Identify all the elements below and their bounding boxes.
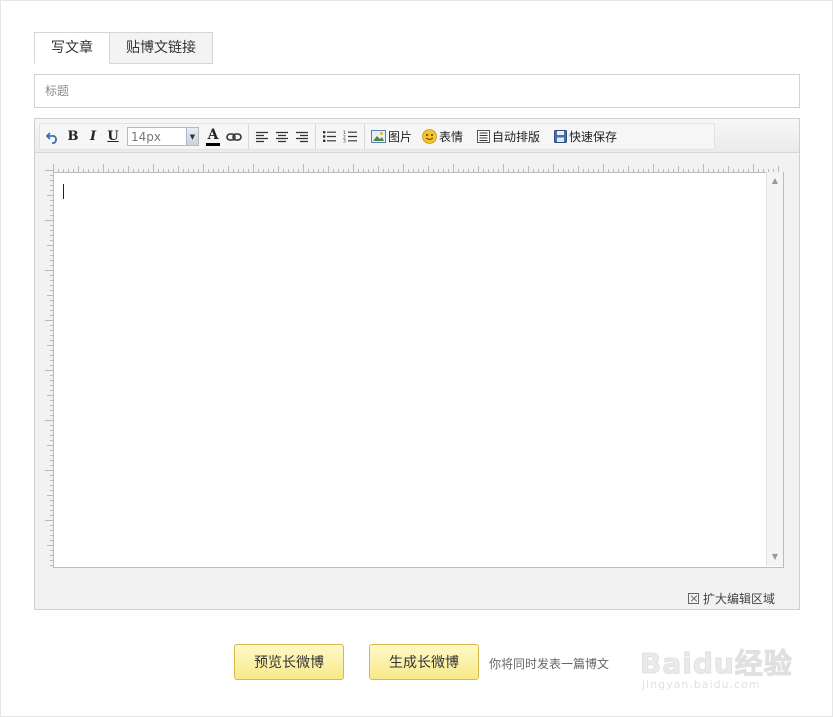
scroll-up-arrow-icon[interactable]: ▲ xyxy=(767,174,783,188)
editor-content-area[interactable] xyxy=(53,172,784,568)
toolbar-group-format: B I U 14px ▼ A xyxy=(40,124,249,149)
rich-text-editor: B I U 14px ▼ A 1 2 3 图片 表情 自动排版 快速保存 ▲ ▼… xyxy=(34,118,800,610)
expand-icon xyxy=(687,593,699,604)
undo-icon xyxy=(46,131,57,144)
font-size-value: 14px xyxy=(131,129,161,144)
scroll-down-arrow-icon[interactable]: ▼ xyxy=(767,550,783,564)
numbered-list-icon: 1 2 3 xyxy=(343,130,357,143)
vertical-ruler xyxy=(45,170,53,566)
image-label: 图片 xyxy=(388,130,413,144)
numbered-list-button[interactable]: 1 2 3 xyxy=(340,127,361,147)
tab-paste-blog-link[interactable]: 贴博文链接 xyxy=(110,32,213,64)
undo-button[interactable] xyxy=(43,127,63,147)
link-icon xyxy=(226,132,242,141)
autoformat-icon xyxy=(477,130,491,143)
align-left-icon xyxy=(256,131,268,142)
font-color-letter: A xyxy=(207,126,219,143)
italic-button[interactable]: I xyxy=(83,127,103,147)
editor-tabs: 写文章 贴博文链接 xyxy=(34,32,213,64)
quicksave-button[interactable]: 快速保存 xyxy=(551,127,620,147)
bullet-list-icon xyxy=(323,131,336,142)
emoji-icon xyxy=(422,129,437,144)
chevron-down-icon: ▼ xyxy=(186,128,198,145)
autoformat-button[interactable]: 自动排版 xyxy=(474,127,543,147)
align-right-button[interactable] xyxy=(292,127,312,147)
quicksave-label: 快速保存 xyxy=(569,130,618,144)
generate-long-weibo-button[interactable]: 生成长微博 xyxy=(369,644,479,680)
save-icon xyxy=(554,130,568,143)
toolbar-group-lists: 1 2 3 xyxy=(316,124,365,149)
vertical-scrollbar[interactable]: ▲ ▼ xyxy=(766,172,783,566)
font-color-button[interactable]: A xyxy=(203,127,223,147)
preview-long-weibo-button[interactable]: 预览长微博 xyxy=(234,644,344,680)
expand-label: 扩大编辑区域 xyxy=(702,592,775,606)
tab-write-article[interactable]: 写文章 xyxy=(34,32,110,64)
watermark-url: jingyan.baidu.com xyxy=(642,678,761,691)
autoformat-label: 自动排版 xyxy=(492,130,541,144)
editor-toolbar: B I U 14px ▼ A 1 2 3 图片 表情 自动排版 快速保存 xyxy=(39,123,715,150)
align-right-icon xyxy=(296,131,308,142)
align-left-button[interactable] xyxy=(252,127,272,147)
emoji-button[interactable]: 表情 xyxy=(419,127,466,147)
link-button[interactable] xyxy=(223,127,245,147)
baidu-jingyan-watermark: Baidu经验 jingyan.baidu.com xyxy=(640,628,800,698)
font-size-select[interactable]: 14px ▼ xyxy=(127,127,199,146)
watermark-logo-text: Baidu经验 xyxy=(640,647,793,681)
expand-editor-button[interactable]: 扩大编辑区域 xyxy=(687,590,775,607)
text-caret xyxy=(63,184,64,199)
title-input[interactable] xyxy=(34,74,800,108)
horizontal-ruler xyxy=(53,164,779,172)
font-color-swatch xyxy=(206,142,220,146)
document-area: ▲ ▼ xyxy=(35,154,799,584)
bold-button[interactable]: B xyxy=(63,127,83,147)
underline-button[interactable]: U xyxy=(103,127,123,147)
insert-image-button[interactable]: 图片 xyxy=(368,127,415,147)
bullet-list-button[interactable] xyxy=(319,127,340,147)
svg-text:3: 3 xyxy=(343,139,346,143)
toolbar-group-insert: 图片 表情 自动排版 快速保存 xyxy=(365,124,623,149)
align-center-button[interactable] xyxy=(272,127,292,147)
toolbar-group-align xyxy=(249,124,316,149)
align-center-icon xyxy=(276,131,288,142)
emoji-label: 表情 xyxy=(439,130,464,144)
image-icon xyxy=(371,130,386,143)
publish-note: 你将同时发表一篇博文 xyxy=(489,657,610,671)
